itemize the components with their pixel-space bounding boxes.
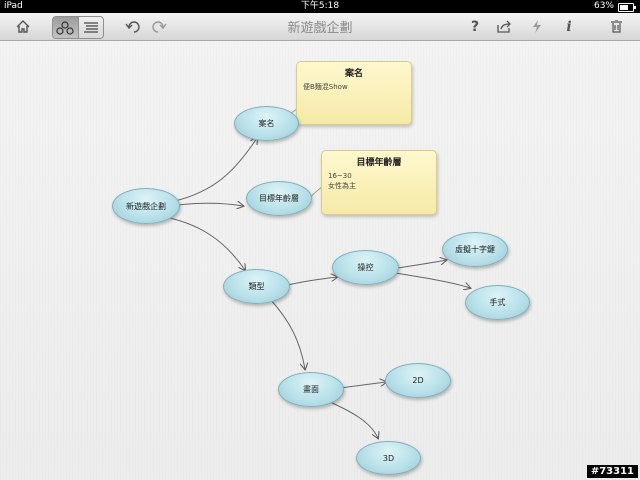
status-bar: iPad 下午5:18 63%	[0, 0, 640, 13]
battery-fill	[620, 5, 628, 10]
help-button[interactable]: ?	[466, 16, 484, 37]
node-dpad[interactable]: 虛擬十字鍵	[442, 232, 508, 267]
lightning-button[interactable]	[528, 16, 546, 37]
edge-root-case	[174, 138, 257, 202]
battery-percent: 63%	[593, 1, 614, 11]
note-case-body: 便B麵混Show	[303, 83, 348, 91]
edge-root-age	[177, 203, 243, 206]
clock: 下午5:18	[300, 1, 340, 11]
node-age[interactable]: 目標年齡層	[246, 181, 312, 216]
note-age[interactable]: 目標年齡層 16~30 女性為主	[321, 150, 437, 215]
help-icon: ?	[470, 18, 480, 35]
share-icon	[497, 20, 511, 33]
node-3d[interactable]: 3D	[356, 441, 421, 475]
edge-control-gesture	[394, 272, 470, 288]
node-graphics[interactable]: 畫面	[278, 372, 344, 407]
trash-icon	[610, 20, 622, 33]
node-root[interactable]: 新遊戲企劃	[112, 188, 180, 224]
node-gesture[interactable]: 手式	[465, 285, 530, 320]
edge-root-type	[159, 215, 245, 270]
edge-type-control	[287, 277, 337, 286]
toolbar: 新遊戲企劃 ? i	[0, 13, 640, 41]
watermark: #73311	[586, 465, 638, 478]
note-case[interactable]: 案名 便B麵混Show	[296, 61, 412, 125]
edge-graphics-3d	[327, 400, 378, 438]
delete-button[interactable]	[606, 16, 626, 37]
mindmap-canvas[interactable]: 案名 便B麵混Show 目標年齡層 16~30 女性為主 案名 目標年齡層 新遊…	[0, 41, 640, 480]
battery-icon	[618, 3, 636, 12]
node-case[interactable]: 案名	[234, 106, 299, 141]
note-age-body: 16~30 女性為主	[328, 172, 356, 190]
note-case-title: 案名	[344, 69, 363, 79]
lightning-icon	[533, 20, 541, 33]
node-type[interactable]: 類型	[223, 269, 290, 304]
info-icon: i	[566, 18, 572, 35]
edge-control-dpad	[397, 260, 446, 269]
node-2d[interactable]: 2D	[385, 363, 451, 398]
edge-type-graphics	[269, 298, 305, 369]
note-age-title: 目標年齡層	[356, 158, 402, 168]
node-control[interactable]: 操控	[332, 250, 399, 285]
info-button[interactable]: i	[560, 16, 578, 37]
share-button[interactable]	[494, 16, 516, 37]
edge-graphics-2d	[339, 382, 386, 389]
